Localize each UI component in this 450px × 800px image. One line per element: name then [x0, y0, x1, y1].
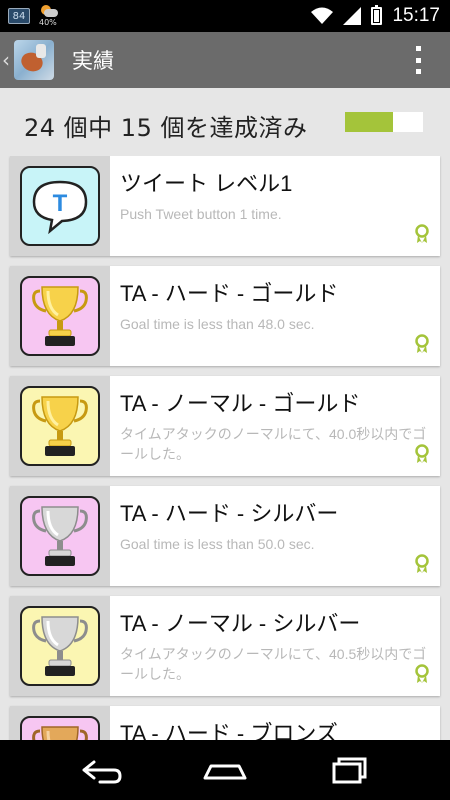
- achievement-icon-panel: [10, 706, 110, 740]
- home-icon[interactable]: [195, 750, 255, 790]
- achievement-icon-panel: [10, 376, 110, 476]
- app-icon: [14, 40, 54, 80]
- page-title: 実績: [72, 49, 114, 73]
- weather-percent: 40%: [39, 18, 57, 27]
- achievement-title: ツイート レベル1: [120, 171, 293, 196]
- achievement-title: TA - ハード - ゴールド: [120, 281, 339, 306]
- achievement-body: TA - ハード - シルバー Goal time is less than 50…: [110, 486, 440, 586]
- chevron-left-icon: ‹: [2, 48, 10, 72]
- achievement-title: TA - ノーマル - ゴールド: [120, 391, 361, 416]
- gold-trophy-icon: [20, 386, 100, 466]
- achievement-icon-panel: [10, 596, 110, 696]
- achievement-description: Push Tweet button 1 time.: [120, 206, 282, 222]
- navigation-bar: [0, 740, 450, 800]
- status-right: 15:17: [311, 5, 440, 27]
- achievement-icon-panel: T: [10, 156, 110, 256]
- wifi-icon: [311, 7, 334, 24]
- up-navigation-button[interactable]: ‹: [2, 32, 60, 88]
- status-bar: 84 40% 15:17: [0, 0, 450, 32]
- achievement-title: TA - ハード - ブロンズ: [120, 721, 338, 740]
- overflow-menu-icon[interactable]: [414, 46, 422, 74]
- gold-trophy-icon: [20, 276, 100, 356]
- achievement-body: TA - ノーマル - ゴールドタイムアタックのノーマルにて、40.0秒以内でゴ…: [110, 376, 440, 476]
- achievement-ribbon-icon: [414, 334, 430, 354]
- achievement-item[interactable]: TA - ハード - ゴールド Goal time is less than 48…: [10, 266, 440, 366]
- achievement-ribbon-icon: [414, 664, 430, 684]
- achievement-body: TA - ノーマル - シルバータイムアタックのノーマルにて、40.5秒以内でゴ…: [110, 596, 440, 696]
- achievement-item[interactable]: TA - ハード - シルバー Goal time is less than 50…: [10, 486, 440, 586]
- achievement-item[interactable]: TA - ノーマル - ゴールドタイムアタックのノーマルにて、40.0秒以内でゴ…: [10, 376, 440, 476]
- status-left: 84 40%: [8, 4, 62, 28]
- silver-trophy-icon: [20, 606, 100, 686]
- achievement-body: TA - ハード - ブロンズ: [110, 706, 440, 740]
- achievement-description: Goal time is less than 48.0 sec.: [120, 316, 315, 332]
- achievement-body: ツイート レベル1 Push Tweet button 1 time.: [110, 156, 440, 256]
- silver-trophy-icon: [20, 496, 100, 576]
- achievement-title: TA - ハード - シルバー: [120, 501, 339, 526]
- achievement-title: TA - ノーマル - シルバー: [120, 611, 361, 636]
- progress-bar: 62%: [345, 112, 423, 132]
- signal-icon: [343, 7, 362, 25]
- bronze-trophy-icon: [20, 716, 100, 740]
- achievement-icon-panel: [10, 486, 110, 586]
- achievement-item[interactable]: TA - ハード - ブロンズ: [10, 706, 440, 740]
- summary-text: 24 個中 15 個を達成済み: [24, 114, 308, 142]
- achievement-item[interactable]: T ツイート レベル1 Push Tweet button 1 time.: [10, 156, 440, 256]
- achievement-ribbon-icon: [414, 554, 430, 574]
- achievement-list[interactable]: T ツイート レベル1 Push Tweet button 1 time. TA - …: [0, 156, 450, 740]
- achievement-icon-panel: [10, 266, 110, 366]
- notification-badge: 84: [8, 8, 30, 24]
- progress-fill: [345, 112, 394, 132]
- weather-icon: 40%: [38, 4, 62, 28]
- svg-text:T: T: [53, 190, 68, 217]
- recent-apps-icon[interactable]: [320, 750, 380, 790]
- achievement-body: TA - ハード - ゴールド Goal time is less than 48…: [110, 266, 440, 366]
- action-bar: ‹ 実績: [0, 32, 450, 88]
- achievement-description: Goal time is less than 50.0 sec.: [120, 536, 315, 552]
- tweet-bubble-icon: T: [20, 166, 100, 246]
- achievement-description: タイムアタックのノーマルにて、40.5秒以内でゴールした。: [120, 646, 427, 682]
- achievement-summary: 24 個中 15 個を達成済み 62%: [0, 88, 450, 158]
- status-time: 15:17: [392, 5, 440, 26]
- achievement-item[interactable]: TA - ノーマル - シルバータイムアタックのノーマルにて、40.5秒以内でゴ…: [10, 596, 440, 696]
- progress-label: 62%: [394, 114, 419, 128]
- achievement-ribbon-icon: [414, 444, 430, 464]
- achievement-description: タイムアタックのノーマルにて、40.0秒以内でゴールした。: [120, 426, 427, 462]
- battery-icon: [371, 5, 383, 25]
- achievement-ribbon-icon: [414, 224, 430, 244]
- back-icon[interactable]: [70, 750, 130, 790]
